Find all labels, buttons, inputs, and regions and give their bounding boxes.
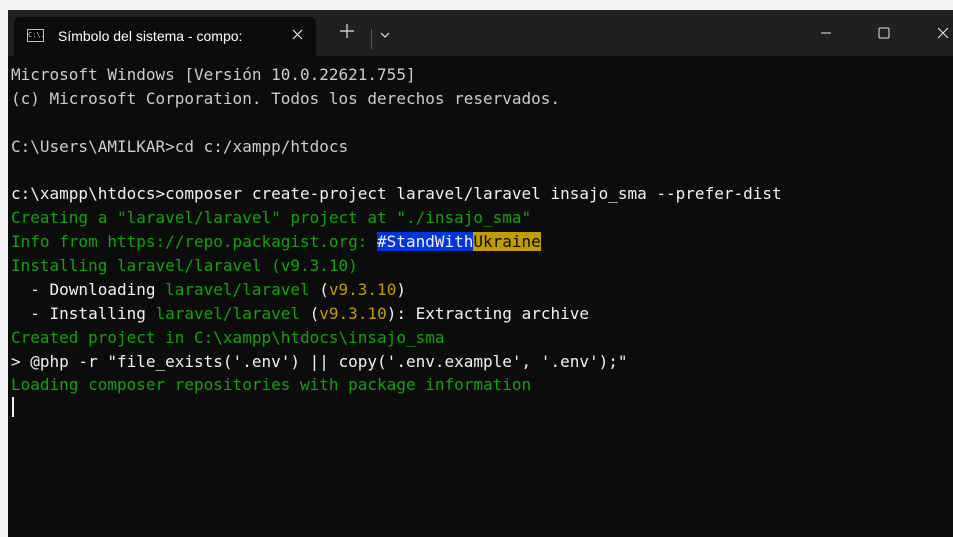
minimize-button[interactable] (803, 10, 849, 56)
console-line: Created project in C:\xampp\htdocs\insaj… (11, 328, 445, 347)
chevron-down-icon (380, 32, 390, 38)
console-text: ( (309, 280, 329, 299)
text-cursor (12, 397, 14, 417)
maximize-icon (878, 27, 890, 39)
console-output[interactable]: Microsoft Windows [Versión 10.0.22621.75… (8, 56, 953, 537)
console-line: C:\Users\AMILKAR>cd c:/xampp/htdocs (11, 137, 349, 156)
tab-title: Símbolo del sistema - compo: (58, 28, 243, 44)
package-name: laravel/laravel (155, 304, 301, 323)
console-line: - Downloading laravel/laravel (v9.3.10) (11, 280, 406, 300)
console-line: > @php -r "file_exists('.env') || copy('… (11, 352, 628, 371)
console-line: (c) Microsoft Corporation. Todos los der… (11, 89, 561, 108)
new-tab-button[interactable] (340, 21, 354, 44)
close-tab-button[interactable] (292, 25, 303, 45)
console-text: - Downloading (11, 280, 166, 299)
console-line: Loading composer repositories with packa… (11, 375, 532, 394)
cmd-icon: C:\. (27, 29, 45, 42)
close-window-button[interactable] (920, 10, 953, 56)
maximize-button[interactable] (861, 10, 907, 56)
console-line: c:\xampp\htdocs>composer create-project … (11, 184, 782, 203)
console-text: ) (396, 280, 406, 299)
tab-dropdown-button[interactable] (379, 26, 393, 40)
window-frame-top (0, 0, 953, 10)
console-line: Microsoft Windows [Versión 10.0.22621.75… (11, 65, 416, 84)
plus-icon (340, 24, 354, 38)
terminal-tab[interactable]: C:\. Símbolo del sistema - compo: (14, 17, 316, 56)
close-icon (937, 27, 949, 39)
console-line: Installing laravel/laravel (v9.3.10) (11, 256, 358, 275)
console-line: - Installing laravel/laravel (v9.3.10): … (11, 304, 589, 324)
package-name: laravel/laravel (165, 280, 310, 299)
highlight-blue: #StandWith (377, 232, 474, 251)
minimize-icon (821, 32, 831, 34)
tab-separator (371, 29, 372, 49)
console-text: ): Extracting archive (386, 304, 589, 323)
console-line: Info from https://repo.packagist.org: #S… (11, 232, 541, 252)
console-text: Info from https://repo.packagist.org: (11, 232, 378, 251)
window-frame-left (0, 0, 8, 537)
highlight-yellow: Ukraine (473, 232, 541, 251)
version-text: v9.3.10 (328, 280, 397, 299)
version-text: v9.3.10 (319, 304, 387, 323)
console-text: - Installing (11, 304, 156, 323)
console-line: Creating a "laravel/laravel" project at … (11, 208, 532, 227)
title-bar[interactable]: C:\. Símbolo del sistema - compo: (8, 10, 953, 56)
console-text: ( (300, 304, 320, 323)
close-icon (292, 29, 303, 40)
